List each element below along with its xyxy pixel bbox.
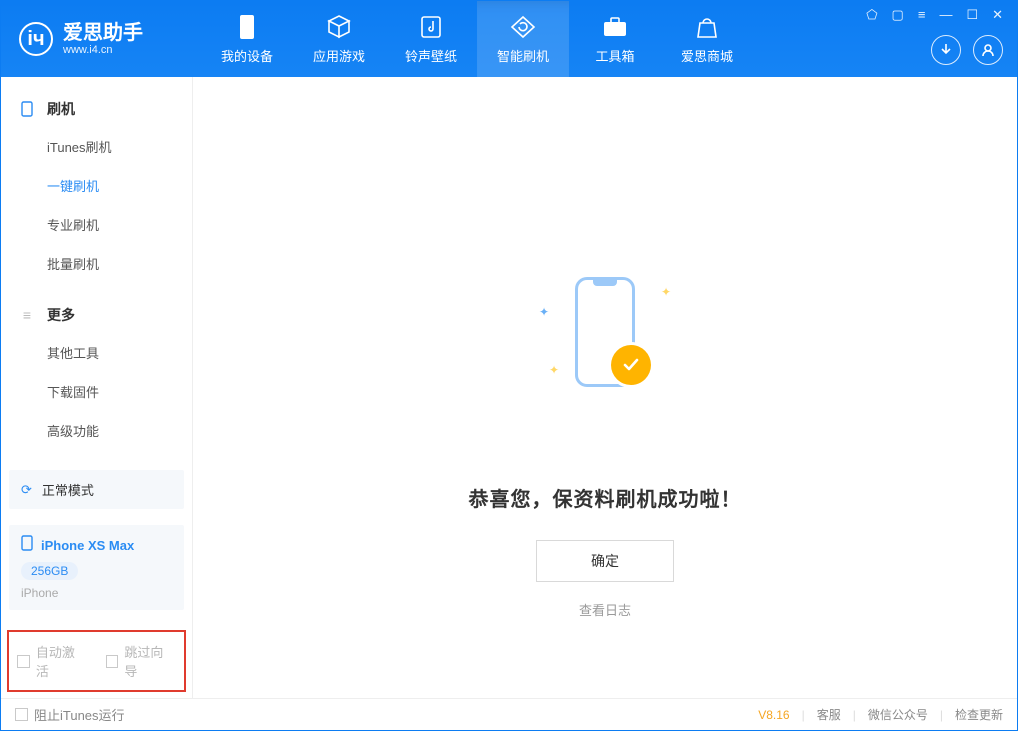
device-type: iPhone [21, 586, 172, 600]
footer: 阻止iTunes运行 V8.16 | 客服 | 微信公众号 | 检查更新 [1, 698, 1017, 730]
nav-ringtones[interactable]: 铃声壁纸 [385, 1, 477, 77]
top-nav: 我的设备 应用游戏 铃声壁纸 智能刷机 工具箱 爱思商城 [201, 1, 753, 77]
version-label: V8.16 [758, 708, 789, 722]
device-name: iPhone XS Max [41, 538, 134, 553]
mode-icon: ⟳ [21, 482, 32, 498]
toolbox-icon [602, 14, 628, 40]
shirt-icon[interactable]: ⬠ [866, 7, 877, 23]
nav-apps-games[interactable]: 应用游戏 [293, 1, 385, 77]
check-badge-icon [611, 345, 651, 385]
success-message: 恭喜您，保资料刷机成功啦！ [469, 483, 742, 512]
phone-icon [21, 535, 33, 556]
minimize-button[interactable]: — [939, 7, 952, 23]
nav-label: 爱思商城 [681, 46, 733, 65]
app-title: 爱思助手 [63, 22, 143, 44]
sidebar-item-batch-flash[interactable]: 批量刷机 [1, 244, 192, 283]
mode-card[interactable]: ⟳ 正常模式 [9, 470, 184, 509]
footer-link-wechat[interactable]: 微信公众号 [868, 706, 928, 723]
lock-icon[interactable]: ▢ [892, 7, 904, 23]
nav-label: 铃声壁纸 [405, 46, 457, 65]
sidebar-group-more: ≡ 更多 其他工具 下载固件 高级功能 [1, 283, 192, 450]
user-button[interactable] [973, 35, 1003, 65]
header: iч 爱思助手 www.i4.cn 我的设备 应用游戏 铃声壁纸 智能刷机 [1, 1, 1017, 77]
main-content: ✦ ✦ ✦ 恭喜您，保资料刷机成功啦！ 确定 查看日志 [193, 77, 1017, 698]
nav-label: 我的设备 [221, 46, 273, 65]
nav-label: 工具箱 [595, 46, 634, 65]
nav-my-device[interactable]: 我的设备 [201, 1, 293, 77]
sidebar-head-flash: 刷机 [1, 93, 192, 127]
sidebar-item-pro-flash[interactable]: 专业刷机 [1, 205, 192, 244]
logo: iч 爱思助手 www.i4.cn [1, 22, 201, 56]
phone-icon [19, 101, 35, 117]
checkbox-label: 自动激活 [36, 642, 88, 680]
refresh-icon [510, 14, 536, 40]
app-subtitle: www.i4.cn [63, 44, 143, 56]
logo-icon: iч [19, 22, 53, 56]
footer-link-update[interactable]: 检查更新 [955, 706, 1003, 723]
app-window: iч 爱思助手 www.i4.cn 我的设备 应用游戏 铃声壁纸 智能刷机 [0, 0, 1018, 731]
sidebar-item-advanced[interactable]: 高级功能 [1, 411, 192, 450]
nav-label: 应用游戏 [313, 46, 365, 65]
list-icon: ≡ [19, 307, 35, 323]
body: 刷机 iTunes刷机 一键刷机 专业刷机 批量刷机 ≡ 更多 其他工具 下载固… [1, 77, 1017, 698]
nav-smart-flash[interactable]: 智能刷机 [477, 1, 569, 77]
menu-icon[interactable]: ≡ [918, 7, 926, 23]
sidebar-item-other-tools[interactable]: 其他工具 [1, 333, 192, 372]
device-card[interactable]: iPhone XS Max 256GB iPhone [9, 525, 184, 610]
device-capacity: 256GB [21, 562, 78, 580]
view-log-link[interactable]: 查看日志 [579, 600, 631, 619]
mode-label: 正常模式 [42, 480, 94, 499]
phone-illustration: ✦ ✦ ✦ [545, 277, 665, 427]
checkbox-label: 跳过向导 [124, 642, 176, 680]
nav-label: 智能刷机 [497, 46, 549, 65]
checkbox-auto-activate[interactable]: 自动激活 [17, 642, 88, 680]
close-button[interactable]: ✕ [992, 7, 1003, 23]
header-right: ⬠ ▢ ≡ — ☐ ✕ [866, 1, 1003, 77]
window-controls: ⬠ ▢ ≡ — ☐ ✕ [866, 1, 1003, 23]
sparkle-icon: ✦ [661, 285, 671, 299]
device-icon [234, 14, 260, 40]
sidebar-item-itunes-flash[interactable]: iTunes刷机 [1, 127, 192, 166]
checkbox-block-itunes[interactable]: 阻止iTunes运行 [15, 705, 125, 724]
sidebar-item-download-firmware[interactable]: 下载固件 [1, 372, 192, 411]
checkbox-skip-guide[interactable]: 跳过向导 [106, 642, 177, 680]
sidebar: 刷机 iTunes刷机 一键刷机 专业刷机 批量刷机 ≡ 更多 其他工具 下载固… [1, 77, 193, 698]
nav-toolbox[interactable]: 工具箱 [569, 1, 661, 77]
sidebar-head-more: ≡ 更多 [1, 299, 192, 333]
nav-store[interactable]: 爱思商城 [661, 1, 753, 77]
cube-icon [326, 14, 352, 40]
sidebar-item-oneclick-flash[interactable]: 一键刷机 [1, 166, 192, 205]
sidebar-group-flash: 刷机 iTunes刷机 一键刷机 专业刷机 批量刷机 [1, 77, 192, 283]
bag-icon [694, 14, 720, 40]
maximize-button[interactable]: ☐ [966, 7, 978, 23]
ok-button[interactable]: 确定 [536, 540, 674, 582]
download-button[interactable] [931, 35, 961, 65]
success-hero: ✦ ✦ ✦ 恭喜您，保资料刷机成功啦！ 确定 查看日志 [469, 277, 742, 619]
checkbox-label: 阻止iTunes运行 [34, 705, 125, 724]
sidebar-group-title: 更多 [47, 305, 75, 325]
sidebar-group-title: 刷机 [47, 99, 75, 119]
music-icon [418, 14, 444, 40]
options-highlight: 自动激活 跳过向导 [7, 630, 186, 692]
sparkle-icon: ✦ [549, 363, 559, 377]
sparkle-icon: ✦ [539, 305, 549, 319]
footer-link-support[interactable]: 客服 [817, 706, 841, 723]
